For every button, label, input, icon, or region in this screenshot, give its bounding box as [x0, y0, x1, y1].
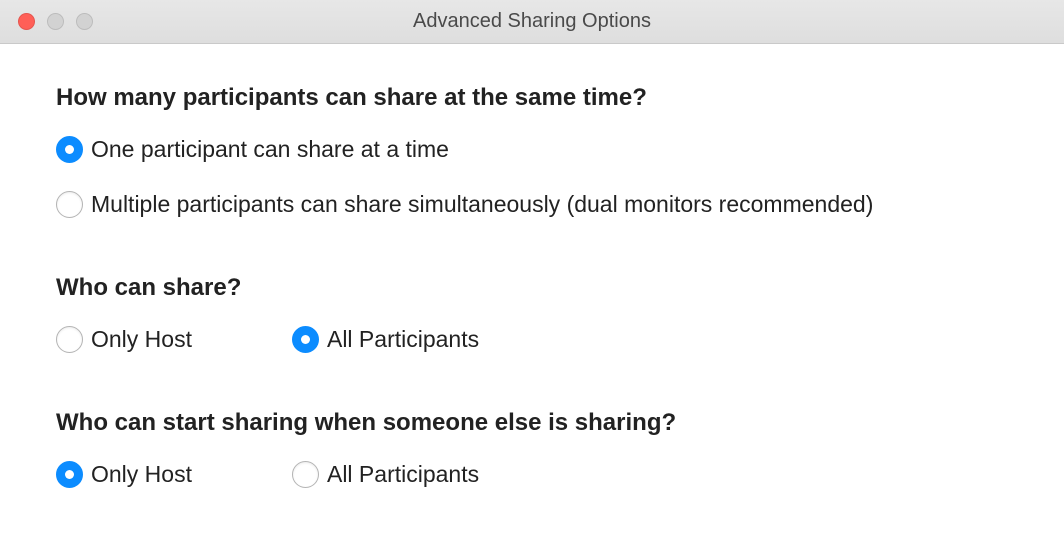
question-who-can-start: Who can start sharing when someone else … [56, 409, 1008, 437]
options-who-can-share: Only Host All Participants [56, 326, 1008, 353]
window: Advanced Sharing Options How many partic… [0, 0, 1064, 554]
titlebar: Advanced Sharing Options [0, 0, 1064, 44]
option-only-host-share[interactable]: Only Host [56, 326, 192, 353]
section-who-can-share: Who can share? Only Host All Participant… [56, 274, 1008, 353]
minimize-button[interactable] [47, 13, 64, 30]
radio-all-participants-start[interactable] [292, 461, 319, 488]
section-who-can-start: Who can start sharing when someone else … [56, 409, 1008, 488]
option-label: All Participants [327, 461, 479, 488]
option-label: All Participants [327, 326, 479, 353]
option-only-host-start[interactable]: Only Host [56, 461, 192, 488]
option-all-participants-share[interactable]: All Participants [292, 326, 479, 353]
section-how-many: How many participants can share at the s… [56, 84, 1008, 218]
option-label: One participant can share at a time [91, 136, 449, 163]
radio-multiple-participants[interactable] [56, 191, 83, 218]
options-how-many: One participant can share at a time Mult… [56, 136, 1008, 218]
question-who-can-share: Who can share? [56, 274, 1008, 302]
question-how-many: How many participants can share at the s… [56, 84, 1008, 112]
content: How many participants can share at the s… [0, 44, 1064, 554]
option-label: Only Host [91, 326, 192, 353]
option-label: Only Host [91, 461, 192, 488]
radio-one-participant[interactable] [56, 136, 83, 163]
options-who-can-start: Only Host All Participants [56, 461, 1008, 488]
radio-only-host-share[interactable] [56, 326, 83, 353]
option-label: Multiple participants can share simultan… [91, 191, 873, 218]
radio-all-participants-share[interactable] [292, 326, 319, 353]
option-multiple-participants[interactable]: Multiple participants can share simultan… [56, 191, 1008, 218]
close-button[interactable] [18, 13, 35, 30]
option-one-participant[interactable]: One participant can share at a time [56, 136, 1008, 163]
traffic-lights [0, 13, 93, 30]
radio-only-host-start[interactable] [56, 461, 83, 488]
maximize-button[interactable] [76, 13, 93, 30]
option-all-participants-start[interactable]: All Participants [292, 461, 479, 488]
window-title: Advanced Sharing Options [0, 10, 1064, 33]
